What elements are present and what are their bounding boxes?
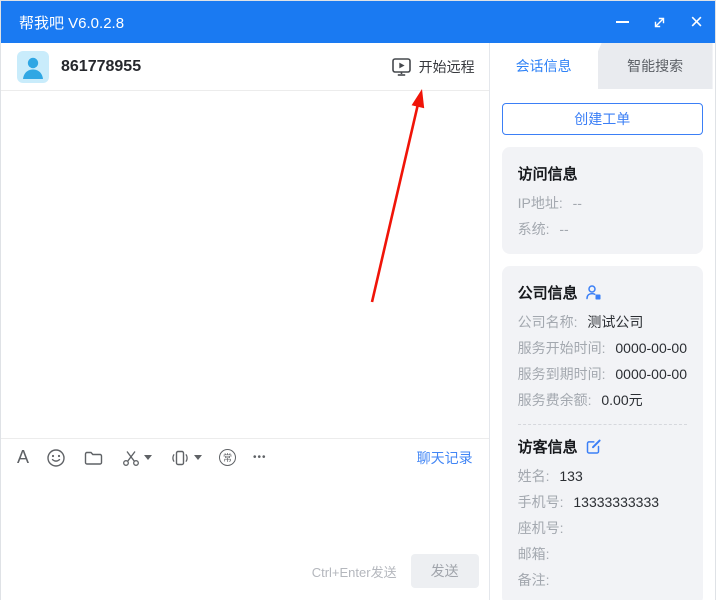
titlebar: 帮我吧 V6.0.2.8 × xyxy=(1,1,715,43)
edit-company-user-icon[interactable] xyxy=(585,284,602,301)
edit-visitor-icon[interactable] xyxy=(585,438,602,455)
info-row-system: 系统: -- xyxy=(517,221,569,237)
start-remote-label: 开始远程 xyxy=(418,58,475,75)
avatar xyxy=(17,50,49,83)
info-row-service-balance: 服务费余额: 0.00元 xyxy=(517,392,643,408)
company-visitor-card: 公司信息 公司名称: 测试公司 服务开始时间: 0000-00-00 服务到期时… xyxy=(501,266,703,600)
company-info-title: 公司信息 xyxy=(518,282,687,303)
remote-screen-play-icon xyxy=(391,58,411,76)
maximize-button[interactable] xyxy=(641,1,678,43)
dashed-divider xyxy=(517,424,687,425)
chat-panel: 861778955 开始远程 A 常 ••• 聊天记录 Ctrl+Enter发送… xyxy=(1,43,490,600)
maximize-icon xyxy=(654,17,665,27)
info-row-landline: 座机号: xyxy=(517,520,564,536)
send-file-folder-icon[interactable] xyxy=(83,448,104,468)
more-icon[interactable]: ••• xyxy=(253,452,267,463)
tab-session-info[interactable]: 会话信息 xyxy=(489,43,598,89)
close-button[interactable]: × xyxy=(678,1,715,43)
sidebar-tabs: 智能搜索 会话信息 xyxy=(489,43,715,89)
screenshot-scissors-icon[interactable] xyxy=(121,448,153,468)
visit-info-card: 访问信息 IP地址: -- 系统: -- xyxy=(501,147,703,254)
close-icon: × xyxy=(690,9,703,34)
visitor-id: 861778955 xyxy=(61,57,142,75)
shake-phone-icon[interactable] xyxy=(169,448,203,468)
chat-toolbar: A 常 ••• 聊天记录 xyxy=(1,438,489,476)
create-ticket-button[interactable]: 创建工单 xyxy=(501,103,703,135)
info-row-remark: 备注: xyxy=(517,572,550,588)
common-phrases-icon[interactable]: 常 xyxy=(219,449,237,466)
chat-history-link[interactable]: 聊天记录 xyxy=(417,448,473,468)
info-row-service-expire: 服务到期时间: 0000-00-00 xyxy=(517,366,687,382)
info-row-email: 邮箱: xyxy=(517,546,550,562)
window-title: 帮我吧 V6.0.2.8 xyxy=(19,14,125,32)
send-shortcut-hint: Ctrl+Enter发送 xyxy=(311,564,397,580)
app-window: 帮我吧 V6.0.2.8 × 861778955 开始远程 A 常 ••• 聊天… xyxy=(0,0,716,600)
info-row-company-name: 公司名称: 测试公司 xyxy=(517,314,644,330)
person-icon xyxy=(23,57,43,79)
visit-info-title: 访问信息 xyxy=(517,166,578,183)
chat-header: 861778955 开始远程 xyxy=(1,43,489,91)
minimize-icon xyxy=(616,21,629,23)
send-button[interactable]: 发送 xyxy=(410,554,479,588)
window-controls: × xyxy=(604,1,715,43)
minimize-button[interactable] xyxy=(604,1,641,43)
session-sidebar: 智能搜索 会话信息 创建工单 访问信息 IP地址: -- 系统: -- 公司信息… xyxy=(489,43,715,600)
info-row-name: 姓名: 133 xyxy=(517,468,583,484)
info-row-mobile: 手机号: 13333333333 xyxy=(517,494,660,510)
info-row-service-start: 服务开始时间: 0000-00-00 xyxy=(517,340,687,356)
visitor-info-title: 访客信息 xyxy=(518,436,687,457)
emoji-icon[interactable] xyxy=(46,448,66,468)
shake-caret-icon xyxy=(194,455,203,460)
sidebar-content: 创建工单 访问信息 IP地址: -- 系统: -- 公司信息 公司名称: 测试公… xyxy=(490,89,715,600)
start-remote-button[interactable]: 开始远程 xyxy=(391,56,475,77)
info-row-ip: IP地址: -- xyxy=(517,195,582,211)
chat-input-area: Ctrl+Enter发送 发送 xyxy=(1,476,489,600)
screenshot-caret-icon xyxy=(144,455,153,460)
chat-message-area[interactable] xyxy=(1,91,489,438)
font-style-icon[interactable]: A xyxy=(17,447,29,468)
